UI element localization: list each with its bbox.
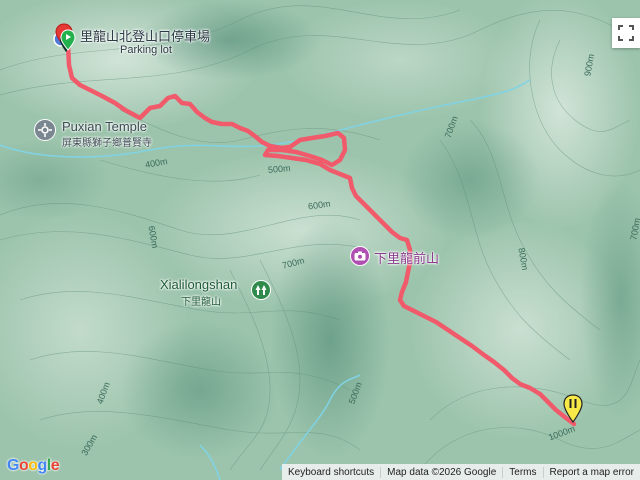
map-footer: Keyboard shortcuts Map data ©2026 Google… (281, 464, 640, 480)
parking-label-zh[interactable]: 里龍山北登山口停車場 (80, 26, 210, 45)
start-flag-icon (53, 23, 76, 52)
terms-link[interactable]: Terms (502, 466, 542, 478)
start-marker[interactable] (52, 22, 82, 58)
temple-label-zh[interactable]: 屏東縣獅子鄉普賢寺 (62, 134, 152, 149)
temple-label-en[interactable]: Puxian Temple (62, 119, 147, 134)
camera-icon[interactable] (350, 246, 370, 266)
map-canvas[interactable]: 里龍山北登山口停車場 Parking lot Puxian Temple 屏東縣… (0, 0, 640, 480)
map-data-attribution: Map data ©2026 Google (380, 466, 502, 478)
xialilongshan-label-en[interactable]: Xialilongshan (160, 277, 237, 292)
contour-label: 500m (267, 163, 291, 175)
parking-label-en[interactable]: Parking lot (120, 44, 172, 56)
end-marker-icon (563, 394, 583, 424)
xiali-front-mountain-label[interactable]: 下里龍前山 (374, 248, 439, 267)
park-icon[interactable] (251, 280, 271, 300)
terrain-layer (0, 0, 640, 480)
google-logo[interactable]: Google (7, 457, 60, 475)
fullscreen-button[interactable] (612, 18, 640, 48)
end-marker[interactable] (563, 394, 583, 426)
fullscreen-icon (618, 25, 634, 41)
temple-icon[interactable] (34, 119, 56, 141)
xialilongshan-label-zh[interactable]: 下里龍山 (181, 293, 221, 308)
keyboard-shortcuts-link[interactable]: Keyboard shortcuts (282, 467, 380, 478)
report-error-link[interactable]: Report a map error (542, 466, 640, 478)
